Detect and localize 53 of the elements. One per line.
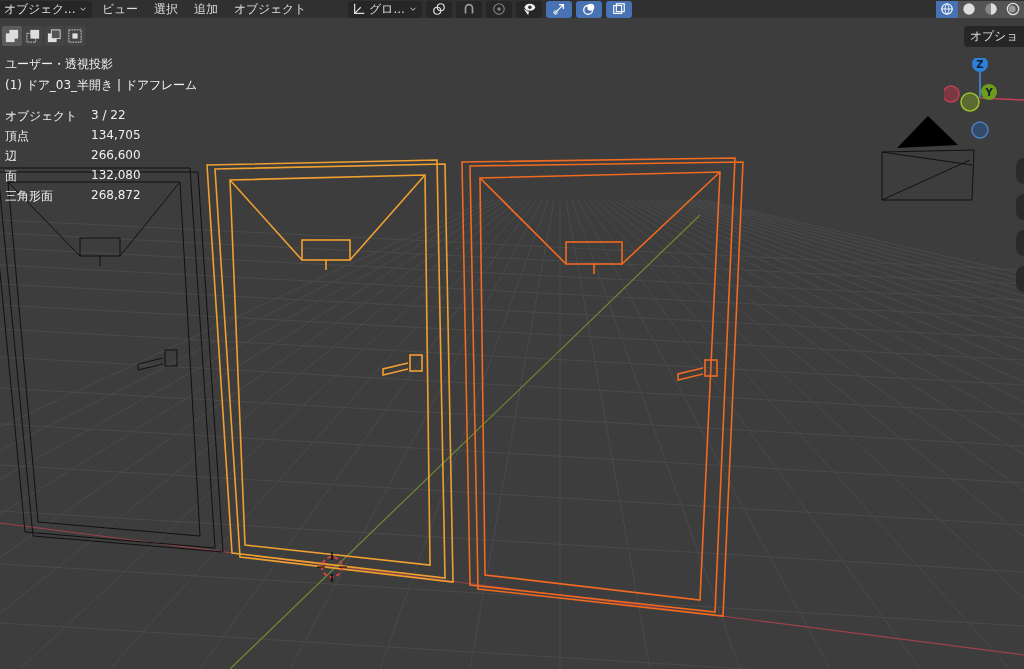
select-mode-button[interactable] <box>44 26 64 46</box>
wireframe-shading-icon <box>940 2 954 16</box>
stat-value: 268,872 <box>91 188 142 204</box>
xray-icon <box>611 2 626 16</box>
stat-value: 132,080 <box>91 168 142 184</box>
menu-item[interactable]: ビュー <box>96 0 145 18</box>
stat-label: 辺 <box>5 148 18 165</box>
axis-handle[interactable]: Y <box>981 84 997 100</box>
material-shading-icon <box>984 2 998 16</box>
stat-value: 3 / 22 <box>91 108 127 124</box>
extend-selection-icon <box>26 29 40 43</box>
intersect-selection-icon <box>68 29 82 43</box>
negative-y-axis-icon[interactable] <box>960 92 980 112</box>
shading-button[interactable] <box>936 0 958 18</box>
overlay-icon <box>581 2 596 16</box>
stat-label: オブジェクト <box>5 108 78 125</box>
stat-value: 266,600 <box>91 148 142 164</box>
new-selection-icon <box>5 29 19 43</box>
select-mode-button[interactable] <box>65 26 85 46</box>
gizmo-icon <box>551 2 566 16</box>
axis-handle[interactable]: Z <box>972 58 988 72</box>
proportional-icon <box>491 2 506 16</box>
view-name: ユーザー・透視投影 <box>5 56 114 73</box>
3d-cursor-icon <box>316 551 348 583</box>
menu-item[interactable]: 選択 <box>148 0 185 18</box>
rendered-shading-icon <box>1006 2 1020 16</box>
stat-value: 134,705 <box>91 128 142 144</box>
toggle-button[interactable] <box>455 0 482 18</box>
stat-label: 面 <box>5 168 18 185</box>
select-mode-button[interactable] <box>2 26 22 46</box>
mode-dropdown[interactable]: オブジェク... <box>0 0 93 18</box>
shading-button[interactable] <box>958 0 980 18</box>
toggle-button[interactable] <box>575 0 602 18</box>
shading-button[interactable] <box>1002 0 1024 18</box>
pivot-icon <box>431 2 446 16</box>
toggle-button[interactable] <box>425 0 452 18</box>
menu-item[interactable]: オブジェクト <box>228 0 313 18</box>
toggle-button[interactable] <box>515 0 542 18</box>
toggle-button[interactable] <box>605 0 632 18</box>
visibility-icon <box>521 2 536 16</box>
solid-shading-icon <box>962 2 976 16</box>
negative-z-axis-icon[interactable] <box>971 121 989 139</box>
toggle-button[interactable] <box>545 0 572 18</box>
axes-icon <box>352 2 367 16</box>
object-name: (1) ドア_03_半開き | ドアフレーム <box>5 77 197 94</box>
toggle-button[interactable] <box>485 0 512 18</box>
stat-label: 頂点 <box>5 128 30 145</box>
stat-label: 三角形面 <box>5 188 54 205</box>
orientation-dropdown[interactable]: グロ... <box>348 0 422 18</box>
select-mode-button[interactable] <box>23 26 43 46</box>
options-button[interactable]: オプショ <box>964 26 1024 47</box>
subtract-selection-icon <box>47 29 61 43</box>
menu-item[interactable]: 追加 <box>188 0 225 18</box>
